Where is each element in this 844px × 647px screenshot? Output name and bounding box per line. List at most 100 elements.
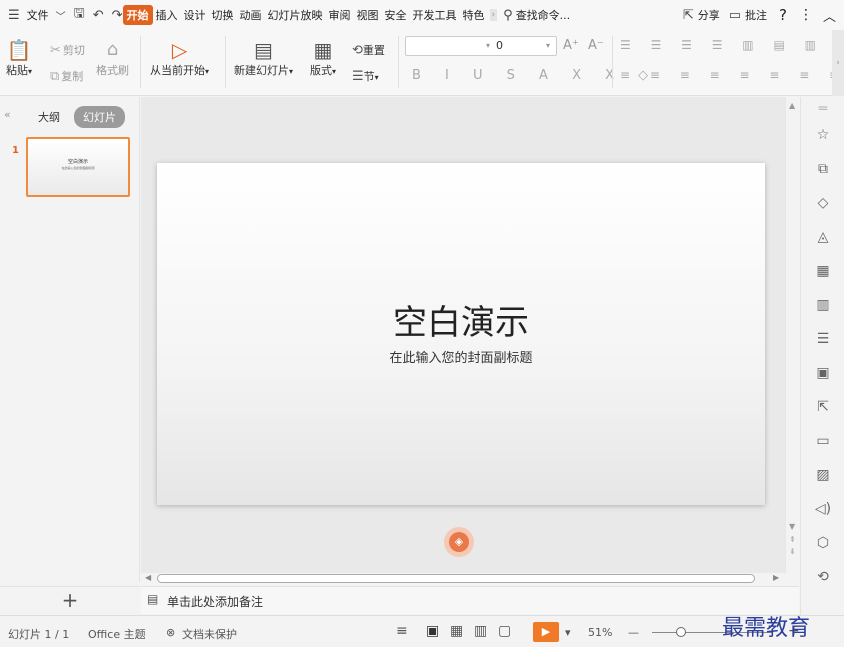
tab-review[interactable]: 审阅 xyxy=(326,7,354,23)
slides-panel: « 大纲 幻灯片 1 空白演示 在此输入您的封面副标题 xyxy=(0,97,140,582)
format-painter-label: 格式刷 xyxy=(96,64,129,77)
tab-developer[interactable]: 开发工具 xyxy=(410,7,460,23)
tab-slides[interactable]: 幻灯片 xyxy=(74,106,125,128)
new-slide-button[interactable]: ▤ 新建幻灯片▾ xyxy=(234,38,293,78)
assistant-button[interactable]: ◈ xyxy=(444,527,474,557)
ribbon-scroll-right-icon[interactable]: › xyxy=(832,30,844,96)
layout-label: 版式 xyxy=(310,64,332,77)
collapse-ribbon-icon[interactable]: ︿ xyxy=(818,6,844,25)
previous-slide-icon[interactable]: ⇞ xyxy=(789,535,796,544)
redo-icon[interactable]: ↷ xyxy=(108,8,123,23)
font-size-dropdown-icon[interactable]: ▾ xyxy=(546,41,550,50)
scrollbar-thumb[interactable] xyxy=(157,574,755,583)
search-icon[interactable]: ⚲ xyxy=(499,8,513,23)
undo-icon[interactable]: ↶ xyxy=(89,8,108,23)
fill-icon[interactable]: ◬ xyxy=(801,229,844,245)
slide[interactable]: 空白演示 在此输入您的封面副标题 xyxy=(157,163,765,505)
tab-features[interactable]: 特色 xyxy=(460,7,488,23)
save-icon[interactable]: 🖫 xyxy=(70,4,89,26)
chevron-down-icon[interactable]: ﹀ xyxy=(52,8,70,23)
audio-icon[interactable]: ◁) xyxy=(801,501,844,517)
tab-security[interactable]: 安全 xyxy=(382,7,410,23)
image-search-icon[interactable]: ▣ xyxy=(801,365,844,381)
star-icon[interactable]: ☆ xyxy=(801,127,844,143)
tab-design[interactable]: 设计 xyxy=(181,7,209,23)
slide-title[interactable]: 空白演示 xyxy=(157,295,765,344)
presenter-view-icon[interactable]: ▢ xyxy=(498,623,511,639)
thumbnail-subtitle: 在此输入您的封面副标题 xyxy=(61,166,95,170)
zoom-level[interactable]: 51% xyxy=(588,626,612,639)
sliders-icon[interactable]: ☰ xyxy=(801,331,844,347)
archive-icon[interactable]: ▭ xyxy=(801,433,844,449)
separator xyxy=(225,36,226,88)
paragraph-icons-row1[interactable]: ☰ ☰ ☰ ☰ ▥ ▤ ▥ xyxy=(620,38,824,52)
hexagon-icon[interactable]: ⬡ xyxy=(801,535,844,551)
picture-icon[interactable]: ▨ xyxy=(801,467,844,483)
notes-placeholder[interactable]: 单击此处添加备注 xyxy=(167,593,263,610)
theme-name[interactable]: Office 主题 xyxy=(88,626,146,642)
comment-button[interactable]: 批注 xyxy=(745,7,772,23)
section-button[interactable]: ☰节▾ xyxy=(352,68,379,84)
copy-button[interactable]: ⧉ 复制 xyxy=(50,68,83,84)
protection-status[interactable]: 文档未保护 xyxy=(182,626,237,642)
add-slide-button[interactable]: + xyxy=(0,586,140,614)
comment-icon[interactable]: ▭ xyxy=(725,8,745,23)
more-options-icon[interactable]: ⋮ xyxy=(794,7,818,23)
normal-view-icon[interactable]: ▣ xyxy=(426,623,439,639)
export-icon[interactable]: ⇱ xyxy=(801,399,844,415)
tab-transitions[interactable]: 切换 xyxy=(209,7,237,23)
vertical-scrollbar[interactable]: ▲ ▼ ⇞ ⇟ xyxy=(785,97,799,573)
tab-slideshow[interactable]: 幻灯片放映 xyxy=(265,7,326,23)
tabs-scroll-right-icon[interactable]: › xyxy=(489,9,498,21)
scroll-down-icon[interactable]: ▼ xyxy=(789,522,795,531)
separator xyxy=(140,36,141,88)
help-button[interactable]: ? xyxy=(772,6,794,24)
copy-icon: ⧉ xyxy=(50,69,60,84)
hamburger-menu-icon[interactable]: ☰ xyxy=(4,8,24,23)
file-menu[interactable]: 文件 xyxy=(24,7,52,23)
tab-view[interactable]: 视图 xyxy=(354,7,382,23)
decrease-font-icon[interactable]: A⁻ xyxy=(588,38,604,53)
zoom-slider-handle[interactable] xyxy=(676,627,686,637)
format-painter-button[interactable]: ⌂ 格式刷 xyxy=(96,38,129,78)
share-icon[interactable]: ⇱ xyxy=(679,8,698,23)
sidebar-handle-icon: ═ xyxy=(818,101,828,117)
paragraph-icons-row2[interactable]: ≡ ≡ ≡ ≡ ≡ ≡ ≡ ≡ xyxy=(620,68,844,82)
font-name-dropdown-icon[interactable]: ▾ xyxy=(486,41,490,50)
chart-icon[interactable]: ▥ xyxy=(801,297,844,313)
slide-thumbnail[interactable]: 空白演示 在此输入您的封面副标题 xyxy=(26,137,130,197)
zoom-out-button[interactable]: — xyxy=(628,626,639,639)
cut-button[interactable]: ✂ 剪切 xyxy=(50,42,85,58)
tab-home[interactable]: 开始 xyxy=(122,5,153,25)
shape-copy-icon[interactable]: ⧉ xyxy=(801,161,844,177)
font-size-box[interactable]: ▾ 0 ▾ xyxy=(405,36,557,56)
play-slideshow-icon[interactable]: ▶ xyxy=(533,622,559,642)
play-dropdown-icon[interactable]: ▾ xyxy=(565,626,571,639)
font-size-value: 0 xyxy=(496,39,503,52)
reading-view-icon[interactable]: ▥ xyxy=(474,623,487,639)
increase-font-icon[interactable]: A⁺ xyxy=(563,38,579,53)
layout-button[interactable]: ▦ 版式▾ xyxy=(310,38,336,78)
slide-sorter-icon[interactable]: ▦ xyxy=(450,623,463,639)
scroll-up-icon[interactable]: ▲ xyxy=(789,101,795,110)
notes-area[interactable]: ▤ 单击此处添加备注 xyxy=(141,586,799,614)
paste-button[interactable]: 📋 粘贴▾ xyxy=(6,38,32,78)
command-search[interactable]: 查找命令... xyxy=(513,7,574,23)
collapse-panel-icon[interactable]: « xyxy=(4,108,11,121)
tab-animations[interactable]: 动画 xyxy=(237,7,265,23)
scroll-right-icon[interactable]: ▶ xyxy=(773,573,779,582)
horizontal-scrollbar[interactable]: ◀ ▶ xyxy=(141,573,799,584)
shapes-icon[interactable]: ◇ xyxy=(801,195,844,211)
scroll-left-icon[interactable]: ◀ xyxy=(145,573,151,582)
assistant-icon: ◈ xyxy=(449,532,469,552)
history-icon[interactable]: ⟲ xyxy=(801,569,844,585)
next-slide-icon[interactable]: ⇟ xyxy=(789,547,796,556)
notes-toggle-icon[interactable]: ≡ xyxy=(396,623,408,639)
grid-icon[interactable]: ▦ xyxy=(801,263,844,279)
play-from-current-button[interactable]: ▷ 从当前开始▾ xyxy=(150,38,209,78)
tab-outline[interactable]: 大纲 xyxy=(38,109,60,125)
slide-subtitle[interactable]: 在此输入您的封面副标题 xyxy=(157,347,765,366)
reset-button[interactable]: ⟲重置 xyxy=(352,42,385,58)
share-button[interactable]: 分享 xyxy=(698,7,725,23)
tab-insert[interactable]: 插入 xyxy=(153,7,181,23)
